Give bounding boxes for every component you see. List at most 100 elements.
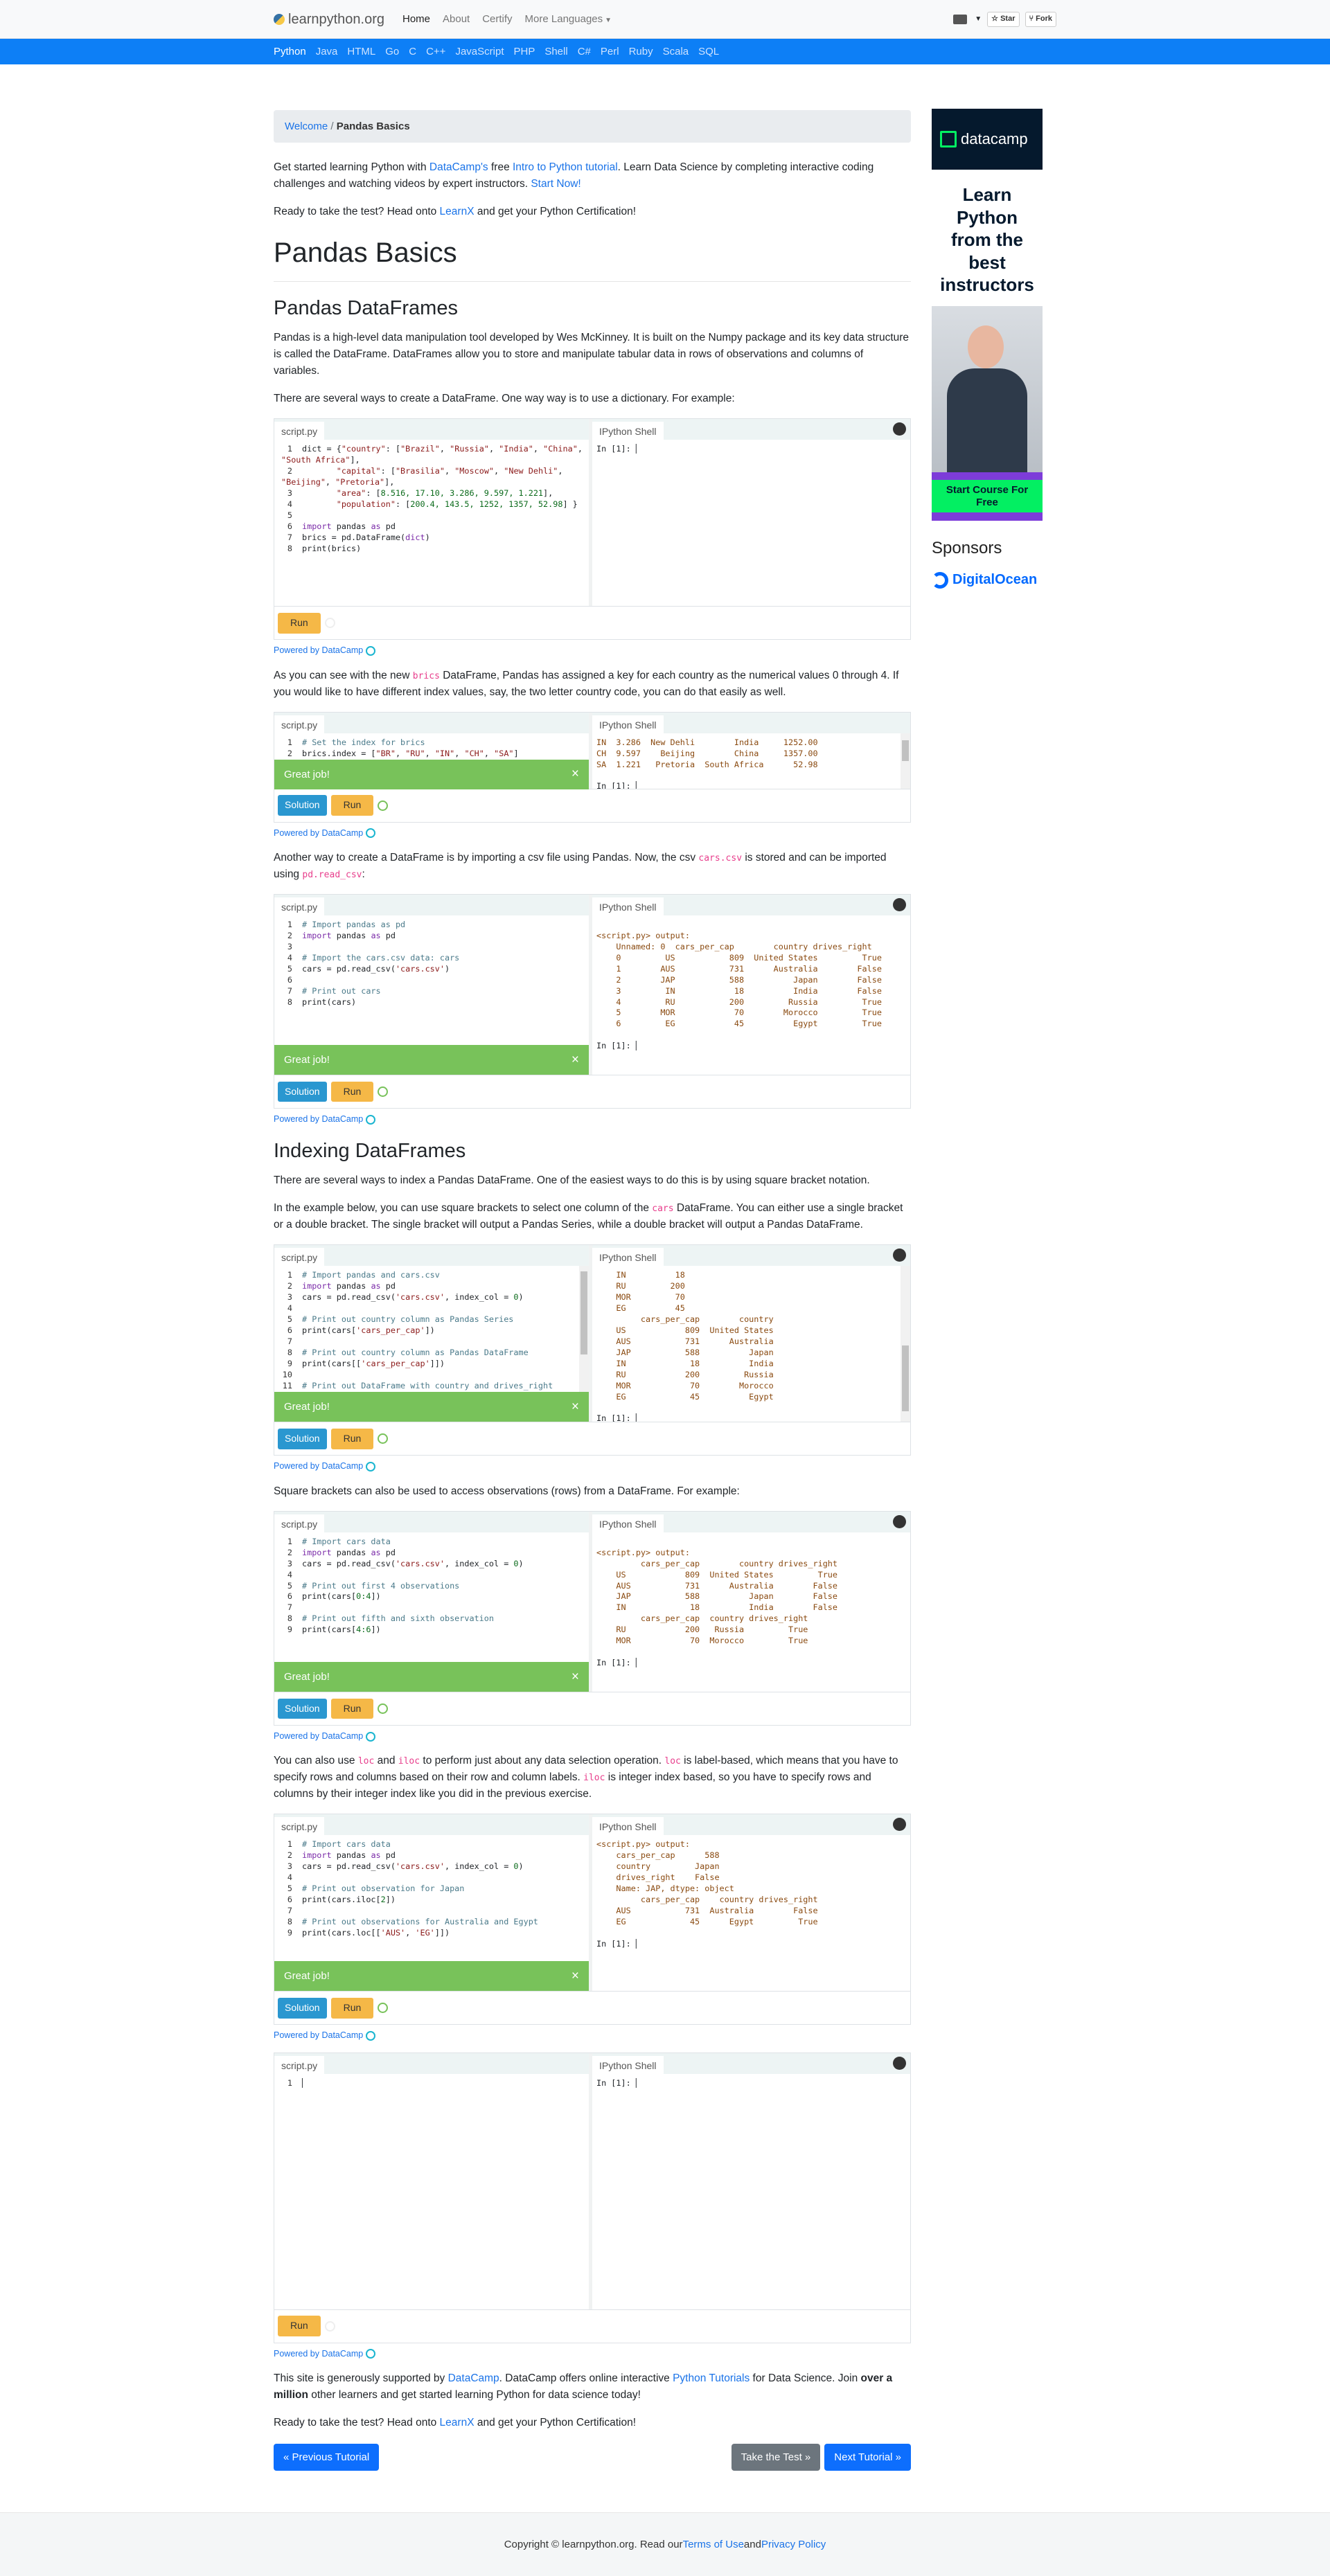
github-fork-button[interactable]: ⑂ Fork <box>1025 12 1056 27</box>
tab-script[interactable]: script.py <box>274 715 325 733</box>
powered-by-datacamp[interactable]: Powered by DataCamp <box>274 1113 911 1126</box>
close-icon[interactable]: × <box>571 1966 579 1986</box>
language-link[interactable]: SQL <box>698 44 719 60</box>
language-link[interactable]: C++ <box>426 44 445 60</box>
run-button[interactable]: Run <box>278 2316 321 2336</box>
github-icon[interactable] <box>893 1514 906 1528</box>
solution-button[interactable]: Solution <box>278 1997 327 2019</box>
run-button[interactable]: Run <box>330 795 374 816</box>
tab-shell[interactable]: IPython Shell <box>592 2055 664 2074</box>
privacy-link[interactable]: Privacy Policy <box>761 2537 826 2552</box>
terms-link[interactable]: Terms of Use <box>683 2537 744 2552</box>
language-link[interactable]: PHP <box>513 44 535 60</box>
chevron-down-icon[interactable]: ▼ <box>975 14 982 25</box>
run-button[interactable]: Run <box>330 1081 374 1102</box>
language-link[interactable]: Java <box>316 44 338 60</box>
shell-scrollbar[interactable] <box>901 1266 910 1422</box>
tab-shell[interactable]: IPython Shell <box>592 715 664 733</box>
language-link[interactable]: Perl <box>601 44 619 60</box>
intro-tutorial-link[interactable]: Intro to Python tutorial <box>513 161 618 173</box>
language-link[interactable]: C# <box>578 44 591 60</box>
close-icon[interactable]: × <box>571 1050 579 1070</box>
run-button[interactable]: Run <box>330 1429 374 1449</box>
shell-output[interactable]: In [1]: ▏ <box>592 2074 910 2240</box>
tab-script[interactable]: script.py <box>274 1817 325 1836</box>
shell-output[interactable]: IN 3.286 New Dehli India 1252.00 CH 9.59… <box>592 733 910 789</box>
datacamp-link[interactable]: DataCamp <box>448 2372 499 2384</box>
language-link[interactable]: Ruby <box>629 44 653 60</box>
solution-button[interactable]: Solution <box>278 1429 327 1449</box>
powered-by-datacamp[interactable]: Powered by DataCamp <box>274 2347 911 2361</box>
digitalocean-sponsor[interactable]: DigitalOcean <box>932 569 1043 591</box>
datacamp-link[interactable]: DataCamp's <box>429 161 488 173</box>
code-editor[interactable]: 1 ▏ <box>274 2074 589 2093</box>
tab-script[interactable]: script.py <box>274 1514 325 1532</box>
github-icon[interactable] <box>893 1818 906 1832</box>
editor-scrollbar[interactable] <box>579 1266 589 1393</box>
run-button[interactable]: Run <box>330 1997 374 2019</box>
shell-output[interactable]: In [1]: ▏ <box>592 440 910 606</box>
language-link[interactable]: Scala <box>663 44 689 60</box>
breadcrumb-home[interactable]: Welcome <box>285 120 328 132</box>
learnx-link[interactable]: LearnX <box>440 2417 475 2429</box>
tab-shell[interactable]: IPython Shell <box>592 422 664 440</box>
tab-script[interactable]: script.py <box>274 2055 325 2074</box>
run-button[interactable]: Run <box>278 612 321 634</box>
tab-script[interactable]: script.py <box>274 422 325 440</box>
nav-certify[interactable]: Certify <box>482 11 512 27</box>
powered-by-datacamp[interactable]: Powered by DataCamp <box>274 1460 911 1473</box>
previous-tutorial-button[interactable]: « Previous Tutorial <box>274 2444 380 2471</box>
code-editor[interactable]: 1 # Import pandas as pd 2 import pandas as… <box>274 915 589 1045</box>
language-link[interactable]: Go <box>385 44 399 60</box>
github-icon[interactable] <box>893 2056 906 2070</box>
language-link[interactable]: C <box>409 44 416 60</box>
nav-more-languages[interactable]: More Languages ▼ <box>525 11 612 27</box>
powered-by-datacamp[interactable]: Powered by DataCamp <box>274 827 911 840</box>
tab-shell[interactable]: IPython Shell <box>592 1514 664 1532</box>
next-tutorial-button[interactable]: Next Tutorial » <box>824 2444 911 2471</box>
python-tutorials-link[interactable]: Python Tutorials <box>673 2372 750 2384</box>
datacamp-ad[interactable]: datacamp Learn Python from the best inst… <box>932 109 1043 524</box>
learnx-link[interactable]: LearnX <box>440 206 475 217</box>
powered-by-datacamp[interactable]: Powered by DataCamp <box>274 2029 911 2042</box>
tab-shell[interactable]: IPython Shell <box>592 1817 664 1836</box>
code-editor[interactable]: 1 # Import pandas and cars.csv 2 import pa… <box>274 1266 589 1392</box>
tab-script[interactable]: script.py <box>274 1248 325 1267</box>
close-icon[interactable]: × <box>571 1397 579 1417</box>
tab-script[interactable]: script.py <box>274 897 325 916</box>
shell-output[interactable]: IN 18 RU 200 MOR 70 EG 45 cars_per_cap c… <box>592 1266 910 1422</box>
start-course-button[interactable]: Start Course For Free <box>932 480 1043 512</box>
shell-output[interactable]: <script.py> output: cars_per_cap 588 cou… <box>592 1835 910 1991</box>
github-icon[interactable] <box>893 422 906 436</box>
tab-shell[interactable]: IPython Shell <box>592 1248 664 1267</box>
solution-button[interactable]: Solution <box>278 1698 327 1719</box>
shell-output[interactable]: <script.py> output: cars_per_cap country… <box>592 1532 910 1692</box>
close-icon[interactable]: × <box>571 1667 579 1687</box>
take-test-button[interactable]: Take the Test » <box>731 2444 821 2471</box>
powered-by-datacamp[interactable]: Powered by DataCamp <box>274 644 911 657</box>
solution-button[interactable]: Solution <box>278 795 327 816</box>
shell-output[interactable]: <script.py> output: Unnamed: 0 cars_per_… <box>592 915 910 1075</box>
shell-scrollbar[interactable] <box>901 733 910 789</box>
nav-home[interactable]: Home <box>402 11 430 27</box>
nav-about[interactable]: About <box>443 11 470 27</box>
close-icon[interactable]: × <box>571 764 579 784</box>
code-editor[interactable]: 1 # Import cars data 2 import pandas as pd… <box>274 1835 589 1961</box>
powered-by-datacamp[interactable]: Powered by DataCamp <box>274 1730 911 1743</box>
language-link[interactable]: Python <box>274 44 306 60</box>
language-flag-icon[interactable] <box>953 14 968 24</box>
run-button[interactable]: Run <box>330 1698 374 1719</box>
code-editor[interactable]: 1 # Set the index for brics 2 brics.index … <box>274 733 589 760</box>
brand-logo[interactable]: learnpython.org <box>274 9 384 30</box>
github-icon[interactable] <box>893 1249 906 1262</box>
language-link[interactable]: JavaScript <box>455 44 504 60</box>
language-link[interactable]: Shell <box>544 44 567 60</box>
start-now-link[interactable]: Start Now! <box>531 178 580 190</box>
language-link[interactable]: HTML <box>347 44 375 60</box>
solution-button[interactable]: Solution <box>278 1081 327 1102</box>
code-editor[interactable]: 1 # Import cars data 2 import pandas as pd… <box>274 1532 589 1662</box>
tab-shell[interactable]: IPython Shell <box>592 897 664 916</box>
github-star-button[interactable]: ☆ Star <box>987 12 1020 27</box>
github-icon[interactable] <box>893 898 906 912</box>
code-editor[interactable]: 1 dict = {"country": ["Brazil", "Russia",… <box>274 440 589 558</box>
